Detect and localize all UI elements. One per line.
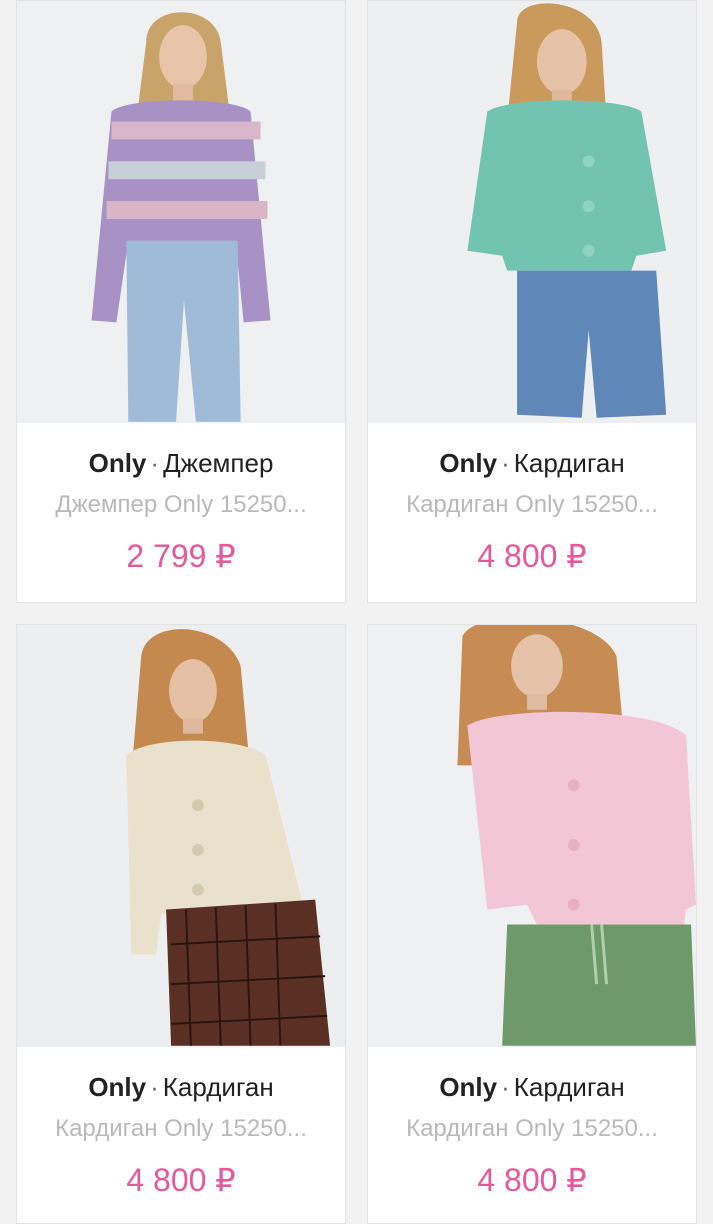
brand-name: Only [439,448,498,478]
product-title: Only · Джемпер [17,447,345,479]
separator: · [501,448,510,478]
product-subtitle: Кардиган Only 15250... [406,1115,658,1142]
product-photo-mint-cardigan [368,2,696,422]
product-type: Джемпер [163,448,274,478]
product-type: Кардиган [162,1072,274,1102]
brand-name: Only [88,1072,147,1102]
product-photo-pink-cardigan [368,625,696,1046]
product-subtitle: Кардиган Only 15250... [406,491,658,518]
separator: · [150,1072,159,1102]
product-card[interactable]: Only · Кардиган Кардиган Only 15250... 4 8… [367,624,697,1224]
product-image[interactable] [17,625,345,1047]
product-title: Only · Кардиган [17,1071,345,1103]
product-type: Кардиган [513,1072,625,1102]
product-photo-sweater [17,2,345,422]
product-image[interactable] [368,1,696,423]
product-card[interactable]: Only · Кардиган Кардиган Only 15250... 4 8… [367,0,697,603]
product-title: Only · Кардиган [368,1071,696,1103]
separator: · [150,448,160,478]
product-photo-beige-cardigan [17,626,345,1046]
product-image[interactable] [17,1,345,423]
product-subtitle: Джемпер Only 15250... [55,491,307,518]
brand-name: Only [439,1072,498,1102]
product-price: 4 800 ₽ [477,538,587,574]
brand-name: Only [88,448,147,478]
product-subtitle: Кардиган Only 15250... [55,1115,307,1142]
product-image[interactable] [368,625,696,1047]
product-card[interactable]: Only · Кардиган Кардиган Only 15250... 4 8… [16,624,346,1224]
product-price: 4 800 ₽ [477,1162,587,1198]
product-title: Only · Кардиган [368,447,696,479]
product-price: 2 799 ₽ [126,538,236,574]
product-type: Кардиган [513,448,625,478]
separator: · [501,1072,510,1102]
product-card[interactable]: Only · Джемпер Джемпер Only 15250... 2 799… [16,0,346,603]
product-price: 4 800 ₽ [126,1162,236,1198]
